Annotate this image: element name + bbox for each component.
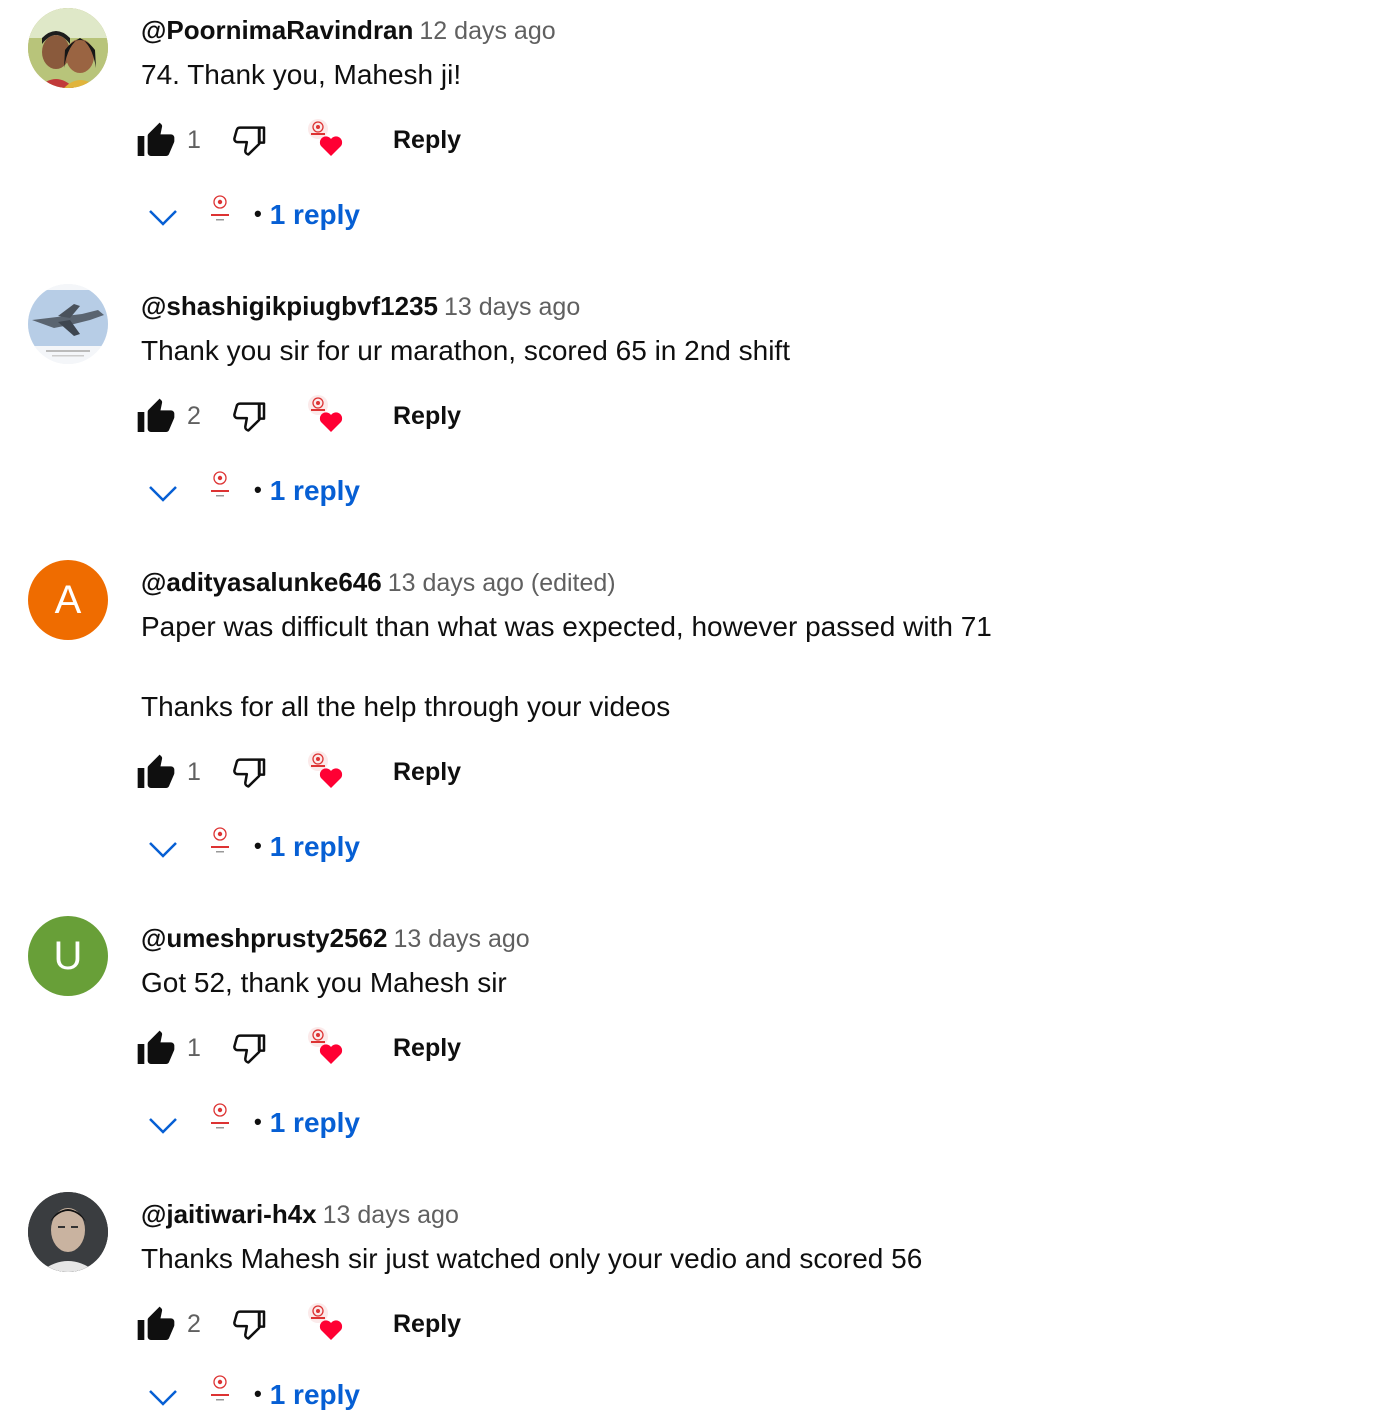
comment-paragraph: 74. Thank you, Mahesh ji! <box>141 59 462 90</box>
author-name[interactable]: @PoornimaRavindran <box>141 15 413 45</box>
comment-time[interactable]: 13 days ago <box>444 293 580 321</box>
comment-time[interactable]: 13 days ago (edited) <box>388 569 616 597</box>
thumbs-up-icon[interactable] <box>136 397 176 437</box>
replies-toggle[interactable]: • 1 reply <box>0 1100 600 1148</box>
separator-dot: • <box>254 833 262 858</box>
chevron-down-icon[interactable] <box>146 834 180 864</box>
replies-toggle[interactable]: • 1 reply <box>0 192 600 240</box>
thumbs-down-icon[interactable] <box>229 1029 269 1069</box>
like-count: 1 <box>187 1034 201 1062</box>
avatar[interactable] <box>28 1192 108 1272</box>
creator-avatar-icon <box>211 1375 229 1401</box>
view-replies-link[interactable]: • 1 reply <box>254 196 360 236</box>
avatar-letter: A <box>54 577 82 622</box>
replies-toggle[interactable]: • 1 reply <box>0 1372 600 1420</box>
replies-toggle[interactable]: • 1 reply <box>0 824 600 872</box>
comment-paragraph: Thanks for all the help through your vid… <box>141 691 671 722</box>
creator-heart-icon <box>308 1027 343 1064</box>
author-name[interactable]: @jaitiwari-h4x <box>141 1199 317 1229</box>
creator-heart-icon <box>308 1303 343 1340</box>
like-count: 2 <box>187 1310 201 1338</box>
replies-count[interactable]: 1 reply <box>270 199 360 230</box>
creator-heart-icon <box>308 395 343 432</box>
separator-dot: • <box>254 1381 262 1406</box>
author-name[interactable]: @umeshprusty2562 <box>141 923 387 953</box>
comment-time[interactable]: 12 days ago <box>419 17 555 45</box>
comment-text: Got 52, thank you Mahesh sir <box>141 964 507 1002</box>
comment-paragraph: Thanks Mahesh sir just watched only your… <box>141 1243 923 1274</box>
thumbs-down-icon[interactable] <box>229 121 269 161</box>
creator-avatar-icon <box>211 471 229 497</box>
comment-header: @jaitiwari-h4x 13 days ago <box>141 1196 459 1237</box>
reply-button[interactable]: Reply <box>393 754 461 790</box>
creator-avatar-icon <box>211 827 229 853</box>
comment-text: Thank you sir for ur marathon, scored 65… <box>141 332 790 370</box>
reply-button[interactable]: Reply <box>393 1306 461 1342</box>
reply-button[interactable]: Reply <box>393 122 461 158</box>
comment-text: Paper was difficult than what was expect… <box>141 608 992 726</box>
replies-count[interactable]: 1 reply <box>270 1379 360 1410</box>
comment-header: @PoornimaRavindran 12 days ago <box>141 12 556 53</box>
creator-heart-icon <box>308 119 343 156</box>
chevron-down-icon[interactable] <box>146 1382 180 1412</box>
view-replies-link[interactable]: • 1 reply <box>254 1376 360 1416</box>
comment-header: @shashigikpiugbvf1235 13 days ago <box>141 288 580 329</box>
chevron-down-icon[interactable] <box>146 202 180 232</box>
comment-action-bar: 2 Reply <box>0 392 600 440</box>
separator-dot: • <box>254 201 262 226</box>
avatar-letter: U <box>53 933 83 978</box>
thumbs-up-icon[interactable] <box>136 1029 176 1069</box>
replies-count[interactable]: 1 reply <box>270 831 360 862</box>
comment-time[interactable]: 13 days ago <box>323 1201 459 1229</box>
comment-paragraph: Thank you sir for ur marathon, scored 65… <box>141 335 790 366</box>
creator-heart-icon <box>308 751 343 788</box>
avatar[interactable]: U <box>28 916 108 996</box>
thumbs-up-icon[interactable] <box>136 121 176 161</box>
comment-text: Thanks Mahesh sir just watched only your… <box>141 1240 922 1278</box>
thumbs-down-icon[interactable] <box>229 397 269 437</box>
like-count: 1 <box>187 126 201 154</box>
comment-paragraph: Got 52, thank you Mahesh sir <box>141 967 507 998</box>
creator-avatar-icon <box>211 1103 229 1129</box>
comment-action-bar: 1 Reply <box>0 1024 600 1072</box>
replies-toggle[interactable]: • 1 reply <box>0 468 600 516</box>
view-replies-link[interactable]: • 1 reply <box>254 828 360 868</box>
thumbs-down-icon[interactable] <box>229 753 269 793</box>
thumbs-up-icon[interactable] <box>136 753 176 793</box>
thumbs-up-icon[interactable] <box>136 1305 176 1345</box>
avatar[interactable]: A <box>28 560 108 640</box>
comment-action-bar: 2 Reply <box>0 1300 600 1348</box>
view-replies-link[interactable]: • 1 reply <box>254 1104 360 1144</box>
view-replies-link[interactable]: • 1 reply <box>254 472 360 512</box>
avatar[interactable] <box>28 284 108 364</box>
avatar[interactable] <box>28 8 108 88</box>
chevron-down-icon[interactable] <box>146 1110 180 1140</box>
like-count: 2 <box>187 402 201 430</box>
comment-time[interactable]: 13 days ago <box>393 925 529 953</box>
separator-dot: • <box>254 477 262 502</box>
thumbs-down-icon[interactable] <box>229 1305 269 1345</box>
comment-header: @adityasalunke646 13 days ago (edited) <box>141 564 616 605</box>
comment-action-bar: 1 Reply <box>0 748 600 796</box>
reply-button[interactable]: Reply <box>393 1030 461 1066</box>
comment-text: 74. Thank you, Mahesh ji! <box>141 56 461 94</box>
replies-count[interactable]: 1 reply <box>270 475 360 506</box>
comment-header: @umeshprusty2562 13 days ago <box>141 920 530 961</box>
author-name[interactable]: @adityasalunke646 <box>141 567 382 597</box>
comment-action-bar: 1 Reply <box>0 116 600 164</box>
separator-dot: • <box>254 1109 262 1134</box>
reply-button[interactable]: Reply <box>393 398 461 434</box>
creator-avatar-icon <box>211 195 229 221</box>
author-name[interactable]: @shashigikpiugbvf1235 <box>141 291 438 321</box>
chevron-down-icon[interactable] <box>146 478 180 508</box>
like-count: 1 <box>187 758 201 786</box>
replies-count[interactable]: 1 reply <box>270 1107 360 1138</box>
comment-paragraph: Paper was difficult than what was expect… <box>141 611 992 642</box>
